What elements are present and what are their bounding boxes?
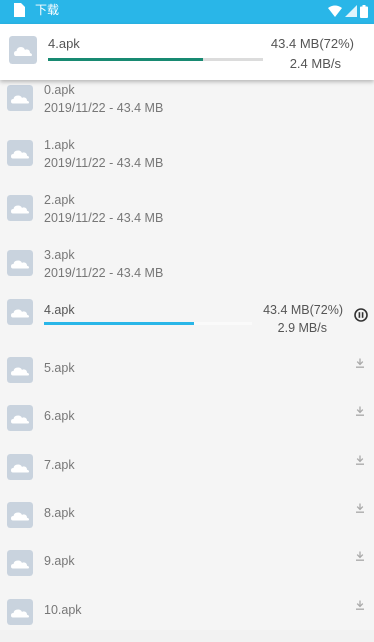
apk-file-icon xyxy=(7,550,33,576)
apk-file-icon xyxy=(7,250,33,276)
download-row[interactable]: 2.apk 2019/11/22 - 43.4 MB xyxy=(0,188,374,236)
status-icons xyxy=(328,3,368,19)
battery-icon xyxy=(360,4,368,18)
download-row[interactable]: 3.apk 2019/11/22 - 43.4 MB xyxy=(0,243,374,291)
file-name: 3.apk xyxy=(44,248,75,262)
file-name: 9.apk xyxy=(44,554,75,568)
row-progress-bar xyxy=(44,322,194,325)
download-icon[interactable] xyxy=(355,600,365,610)
file-name: 10.apk xyxy=(44,603,82,617)
apk-file-icon xyxy=(7,454,33,480)
status-bar: 下载 xyxy=(0,0,374,24)
file-meta: 2019/11/22 - 43.4 MB xyxy=(44,211,164,225)
wifi-icon xyxy=(328,5,342,17)
apk-file-icon xyxy=(7,357,33,383)
apk-file-icon xyxy=(7,502,33,528)
file-name: 1.apk xyxy=(44,138,75,152)
active-download-speed: 2.4 MB/s xyxy=(289,56,341,71)
file-name: 8.apk xyxy=(44,506,75,520)
file-name: 6.apk xyxy=(44,409,75,423)
download-row[interactable]: 0.apk 2019/11/22 - 43.4 MB xyxy=(0,78,374,126)
active-download-name: 4.apk xyxy=(48,36,80,51)
active-download-size: 43.4 MB(72%) xyxy=(270,36,354,51)
status-bar-title: 下载 xyxy=(35,3,60,17)
apk-file-icon xyxy=(7,599,33,625)
apk-file-icon xyxy=(7,85,33,111)
file-name: 7.apk xyxy=(44,458,75,472)
download-row[interactable]: 8.apk xyxy=(0,497,374,545)
download-icon[interactable] xyxy=(355,551,365,561)
active-download-progress xyxy=(48,58,263,61)
download-row[interactable]: 4.apk 43.4 MB(72%) 2.9 MB/s xyxy=(0,298,374,346)
download-icon[interactable] xyxy=(355,455,365,465)
download-size: 43.4 MB(72%) xyxy=(263,303,343,317)
active-download-card[interactable]: 4.apk 43.4 MB(72%) 2.4 MB/s xyxy=(0,24,374,80)
apk-file-icon xyxy=(9,36,37,64)
download-row[interactable]: 9.apk xyxy=(0,545,374,593)
download-row[interactable]: 1.apk 2019/11/22 - 43.4 MB xyxy=(0,133,374,181)
active-download-progress-fill xyxy=(48,58,203,61)
file-name: 5.apk xyxy=(44,361,75,375)
download-icon[interactable] xyxy=(355,503,365,513)
download-row[interactable]: 5.apk xyxy=(0,352,374,400)
download-list[interactable]: 0.apk 2019/11/22 - 43.4 MB 1.apk 2019/11/22… xyxy=(0,78,374,630)
download-icon[interactable] xyxy=(355,406,365,416)
file-name: 2.apk xyxy=(44,193,75,207)
file-meta: 2019/11/22 - 43.4 MB xyxy=(44,266,164,280)
download-row[interactable]: 10.apk xyxy=(0,594,374,642)
download-icon[interactable] xyxy=(355,358,365,368)
download-row[interactable]: 7.apk xyxy=(0,449,374,497)
apk-file-icon xyxy=(7,195,33,221)
file-name: 4.apk xyxy=(44,303,75,317)
file-meta: 2019/11/22 - 43.4 MB xyxy=(44,101,164,115)
apk-file-icon xyxy=(7,299,33,325)
download-row[interactable]: 6.apk xyxy=(0,400,374,448)
pause-icon[interactable] xyxy=(354,308,368,322)
file-meta: 2019/11/22 - 43.4 MB xyxy=(44,156,164,170)
download-speed: 2.9 MB/s xyxy=(277,321,327,335)
file-name: 0.apk xyxy=(44,83,75,97)
apk-file-icon xyxy=(7,405,33,431)
signal-icon xyxy=(345,5,357,17)
apk-file-icon xyxy=(7,140,33,166)
document-icon xyxy=(14,3,25,17)
